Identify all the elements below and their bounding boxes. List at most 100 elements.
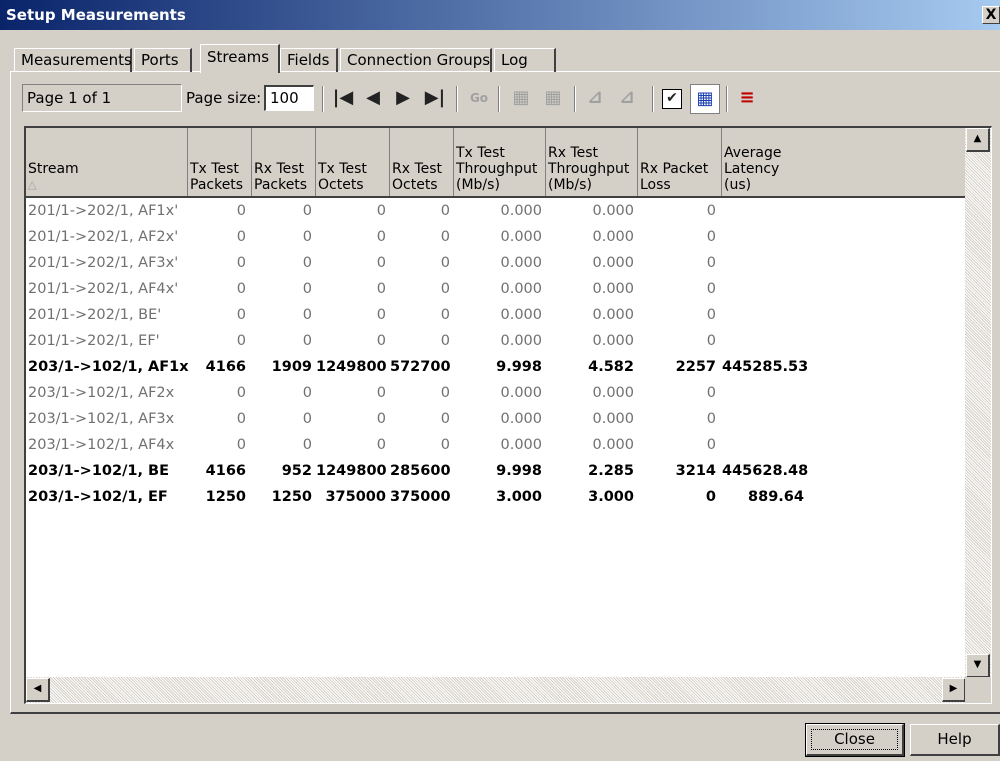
scroll-corner: [965, 677, 991, 703]
last-page-icon[interactable]: ▶|: [422, 86, 448, 110]
tab-connection-groups[interactable]: Connection Groups: [340, 48, 492, 72]
cell-rx-octets: 0: [440, 203, 450, 219]
window-close-button[interactable]: X: [982, 6, 1000, 24]
cell-tx-throughput: 3.000: [496, 489, 542, 505]
streams-table[interactable]: Stream △ Tx Test Packets Rx Test Packets…: [24, 126, 992, 704]
cell-rx-packets: 0: [302, 281, 312, 297]
table-row[interactable]: 203/1->102/1, AF3x 0 0 0 0 0.000 0.000 0: [26, 406, 966, 432]
cell-rx-octets: 0: [440, 437, 450, 453]
column-header-tx-octets[interactable]: Tx Test Octets: [316, 128, 390, 196]
cell-rx-octets: 0: [440, 281, 450, 297]
toolbar-separator: [498, 86, 500, 112]
cell-rx-octets: 0: [440, 255, 450, 271]
toolbar-separator: [322, 86, 324, 112]
cell-stream-name: 201/1->202/1, AF1x': [28, 203, 179, 219]
cell-tx-octets: 0: [376, 203, 386, 219]
table-row[interactable]: 201/1->202/1, AF2x' 0 0 0 0 0.000 0.000 0: [26, 224, 966, 250]
tab-fields[interactable]: Fields: [280, 48, 338, 72]
table-row[interactable]: 203/1->102/1, BE 4166 952 1249800 285600 9.99…: [26, 458, 966, 484]
cell-rx-octets: 285600: [390, 463, 451, 479]
remove-chart-icon[interactable]: ⊿: [614, 86, 640, 110]
column-header-label: Octets: [392, 177, 438, 193]
add-chart-icon[interactable]: ⊿: [582, 86, 608, 110]
focus-rect: [811, 729, 898, 750]
cell-tx-octets: 0: [376, 437, 386, 453]
scroll-left-button[interactable]: ◀: [26, 678, 50, 702]
cell-rx-packets: 0: [302, 255, 312, 271]
table-row[interactable]: 201/1->202/1, AF3x' 0 0 0 0 0.000 0.000 0: [26, 250, 966, 276]
table-row[interactable]: 201/1->202/1, AF4x' 0 0 0 0 0.000 0.000 0: [26, 276, 966, 302]
table-row[interactable]: 201/1->202/1, AF1x' 0 0 0 0 0.000 0.000 0: [26, 198, 966, 224]
toolbar-separator: [574, 86, 576, 112]
column-header-rx-throughput[interactable]: Rx Test Throughput (Mb/s): [546, 128, 638, 196]
column-header-label: Average: [724, 145, 782, 161]
cell-stream-name: 203/1->102/1, BE: [28, 463, 169, 479]
prev-page-icon[interactable]: ◀: [360, 86, 386, 110]
cell-average-latency: [722, 380, 804, 406]
vertical-scrollbar[interactable]: ▲ ▼: [965, 128, 991, 678]
checkbox-icon[interactable]: ✔: [662, 89, 682, 109]
cell-average-latency: 889.64: [748, 489, 804, 505]
cell-rx-octets: 375000: [390, 489, 451, 505]
next-page-icon[interactable]: ▶: [390, 86, 416, 110]
cell-average-latency: [722, 406, 804, 432]
scroll-up-button[interactable]: ▲: [966, 128, 990, 152]
cell-stream-name: 203/1->102/1, AF3x: [28, 411, 175, 427]
table-row[interactable]: 203/1->102/1, AF1x 4166 1909 1249800 572700 9…: [26, 354, 966, 380]
cell-average-latency: [722, 250, 804, 276]
table-row[interactable]: 203/1->102/1, AF2x 0 0 0 0 0.000 0.000 0: [26, 380, 966, 406]
cell-tx-octets: 0: [376, 333, 386, 349]
toolbar-separator: [726, 86, 728, 112]
column-header-stream[interactable]: Stream △: [26, 128, 188, 196]
cell-stream-name: 201/1->202/1, AF3x': [28, 255, 179, 271]
cell-average-latency: 445628.48: [722, 463, 809, 479]
page-size-input[interactable]: 100: [264, 85, 314, 111]
cell-rx-throughput: 0.000: [592, 229, 634, 245]
list-view-icon[interactable]: ≡: [734, 86, 760, 110]
column-header-label: (Mb/s): [548, 177, 592, 193]
table-header: Stream △ Tx Test Packets Rx Test Packets…: [26, 128, 966, 198]
cell-tx-octets: 0: [376, 411, 386, 427]
table-row[interactable]: 203/1->102/1, EF 1250 1250 375000 375000 3.00…: [26, 484, 966, 510]
toolbar: Page 1 of 1 Page size: 100 |◀ ◀ ▶ ▶| Go …: [18, 82, 998, 114]
cell-rx-throughput: 0.000: [592, 333, 634, 349]
table-row[interactable]: 201/1->202/1, BE' 0 0 0 0 0.000 0.000 0: [26, 302, 966, 328]
column-header-label: Packets: [254, 177, 308, 193]
tab-ports[interactable]: Ports: [134, 48, 192, 72]
cell-rx-packet-loss: 0: [706, 255, 716, 271]
column-header-label: Rx Test: [254, 161, 305, 177]
cell-tx-packets: 0: [236, 385, 246, 401]
tab-streams[interactable]: Streams: [200, 44, 280, 73]
cell-rx-packet-loss: 0: [706, 411, 716, 427]
column-header-rx-octets[interactable]: Rx Test Octets: [390, 128, 454, 196]
horizontal-scrollbar[interactable]: ◀ ▶: [26, 677, 966, 703]
tab-measurements[interactable]: Measurements: [14, 48, 132, 72]
table-row[interactable]: 203/1->102/1, AF4x 0 0 0 0 0.000 0.000 0: [26, 432, 966, 458]
column-header-tx-packets[interactable]: Tx Test Packets: [188, 128, 252, 196]
close-button[interactable]: Close: [805, 723, 905, 757]
remove-columns-icon[interactable]: ▦: [540, 86, 566, 110]
column-header-rx-packets[interactable]: Rx Test Packets: [252, 128, 316, 196]
sort-ascending-icon: △: [28, 178, 37, 191]
cell-stream-name: 203/1->102/1, AF1x: [28, 359, 189, 375]
page-size-label: Page size:: [186, 89, 262, 107]
column-header-label: Tx Test: [456, 145, 505, 161]
tab-log[interactable]: Log: [494, 48, 556, 72]
column-header-tx-throughput[interactable]: Tx Test Throughput (Mb/s): [454, 128, 546, 196]
first-page-icon[interactable]: |◀: [330, 86, 356, 110]
scroll-right-button[interactable]: ▶: [942, 678, 966, 702]
cell-tx-throughput: 0.000: [500, 307, 542, 323]
add-columns-icon[interactable]: ▦: [508, 86, 534, 110]
column-header-average-latency[interactable]: Average Latency (us): [722, 128, 966, 196]
cell-average-latency: [722, 224, 804, 250]
cell-rx-octets: 0: [440, 333, 450, 349]
help-button[interactable]: Help: [910, 724, 1000, 756]
grid-view-icon[interactable]: ▦: [690, 84, 720, 114]
table-row[interactable]: 201/1->202/1, EF' 0 0 0 0 0.000 0.000 0: [26, 328, 966, 354]
cell-rx-packet-loss: 0: [706, 437, 716, 453]
go-icon[interactable]: Go: [466, 86, 492, 110]
cell-average-latency: [722, 432, 804, 458]
scroll-down-button[interactable]: ▼: [966, 654, 990, 678]
cell-tx-octets: 0: [376, 385, 386, 401]
column-header-rx-packet-loss[interactable]: Rx Packet Loss: [638, 128, 722, 196]
